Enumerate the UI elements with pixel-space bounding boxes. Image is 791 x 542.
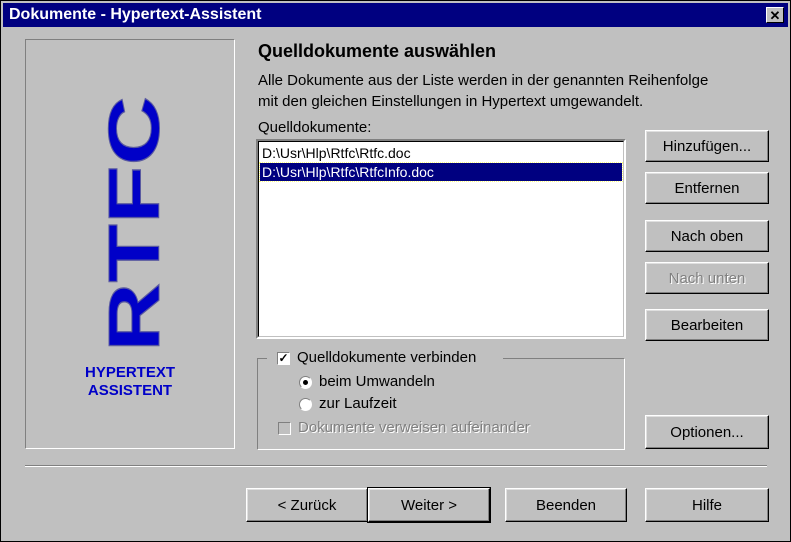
documents-listbox[interactable]: D:\Usr\Hlp\Rtfc\Rtfc.doc D:\Usr\Hlp\Rtfc… bbox=[256, 139, 626, 339]
radio-dot bbox=[303, 380, 308, 385]
page-description: Alle Dokumente aus der Liste werden in d… bbox=[258, 70, 778, 112]
logo-subtitle-line2: ASSISTENT bbox=[87, 382, 173, 399]
finish-button[interactable]: Beenden bbox=[505, 488, 627, 522]
remove-button[interactable]: Entfernen bbox=[645, 172, 769, 204]
merge-label[interactable]: Quelldokumente verbinden bbox=[297, 349, 476, 366]
merge-group bbox=[257, 358, 625, 450]
merge-checkbox-box[interactable]: ✓ bbox=[277, 352, 290, 365]
options-button[interactable]: Optionen... bbox=[645, 415, 769, 449]
logo-panel: RTFC HYPERTEXT ASSISTENT bbox=[25, 39, 235, 449]
list-item[interactable]: D:\Usr\Hlp\Rtfc\Rtfc.doc bbox=[260, 144, 622, 162]
back-button[interactable]: < Zurück bbox=[246, 488, 368, 522]
add-button[interactable]: Hinzufügen... bbox=[645, 130, 769, 162]
list-item-selected[interactable]: D:\Usr\Hlp\Rtfc\RtfcInfo.doc bbox=[259, 162, 623, 182]
documents-list-label: Quelldokumente: bbox=[258, 119, 372, 136]
description-line: Alle Dokumente aus der Liste werden in d… bbox=[258, 72, 709, 89]
move-down-button[interactable]: Nach unten bbox=[645, 262, 769, 294]
rtfc-logo: RTFC bbox=[95, 96, 176, 353]
page-title: Quelldokumente auswählen bbox=[258, 41, 497, 61]
crossref-label[interactable]: Dokumente verweisen aufeinander bbox=[298, 419, 530, 436]
close-button[interactable]: ✕ bbox=[766, 7, 784, 23]
radio-runtime-label[interactable]: zur Laufzeit bbox=[319, 395, 397, 412]
rtfc-logo-mark: RTFC bbox=[95, 96, 175, 352]
next-button[interactable]: Weiter > bbox=[367, 487, 491, 523]
help-button[interactable]: Hilfe bbox=[645, 488, 769, 522]
dialog-window: Dokumente - Hypertext-Assistent ✕ RTFC H… bbox=[0, 0, 791, 542]
logo-subtitle-line1: HYPERTEXT bbox=[84, 364, 175, 381]
radio-convert[interactable] bbox=[299, 376, 312, 389]
description-line: mit den gleichen Einstellungen in Hypert… bbox=[258, 93, 644, 110]
radio-runtime[interactable] bbox=[299, 398, 312, 411]
window-title: Dokumente - Hypertext-Assistent bbox=[9, 6, 262, 23]
edit-button[interactable]: Bearbeiten bbox=[645, 309, 769, 341]
radio-convert-label[interactable]: beim Umwandeln bbox=[319, 373, 435, 390]
crossref-checkbox[interactable] bbox=[278, 422, 291, 435]
title-bar: Dokumente - Hypertext-Assistent ✕ bbox=[3, 3, 788, 27]
move-up-button[interactable]: Nach oben bbox=[645, 220, 769, 252]
close-icon: ✕ bbox=[769, 8, 781, 23]
footer-separator bbox=[25, 465, 767, 467]
